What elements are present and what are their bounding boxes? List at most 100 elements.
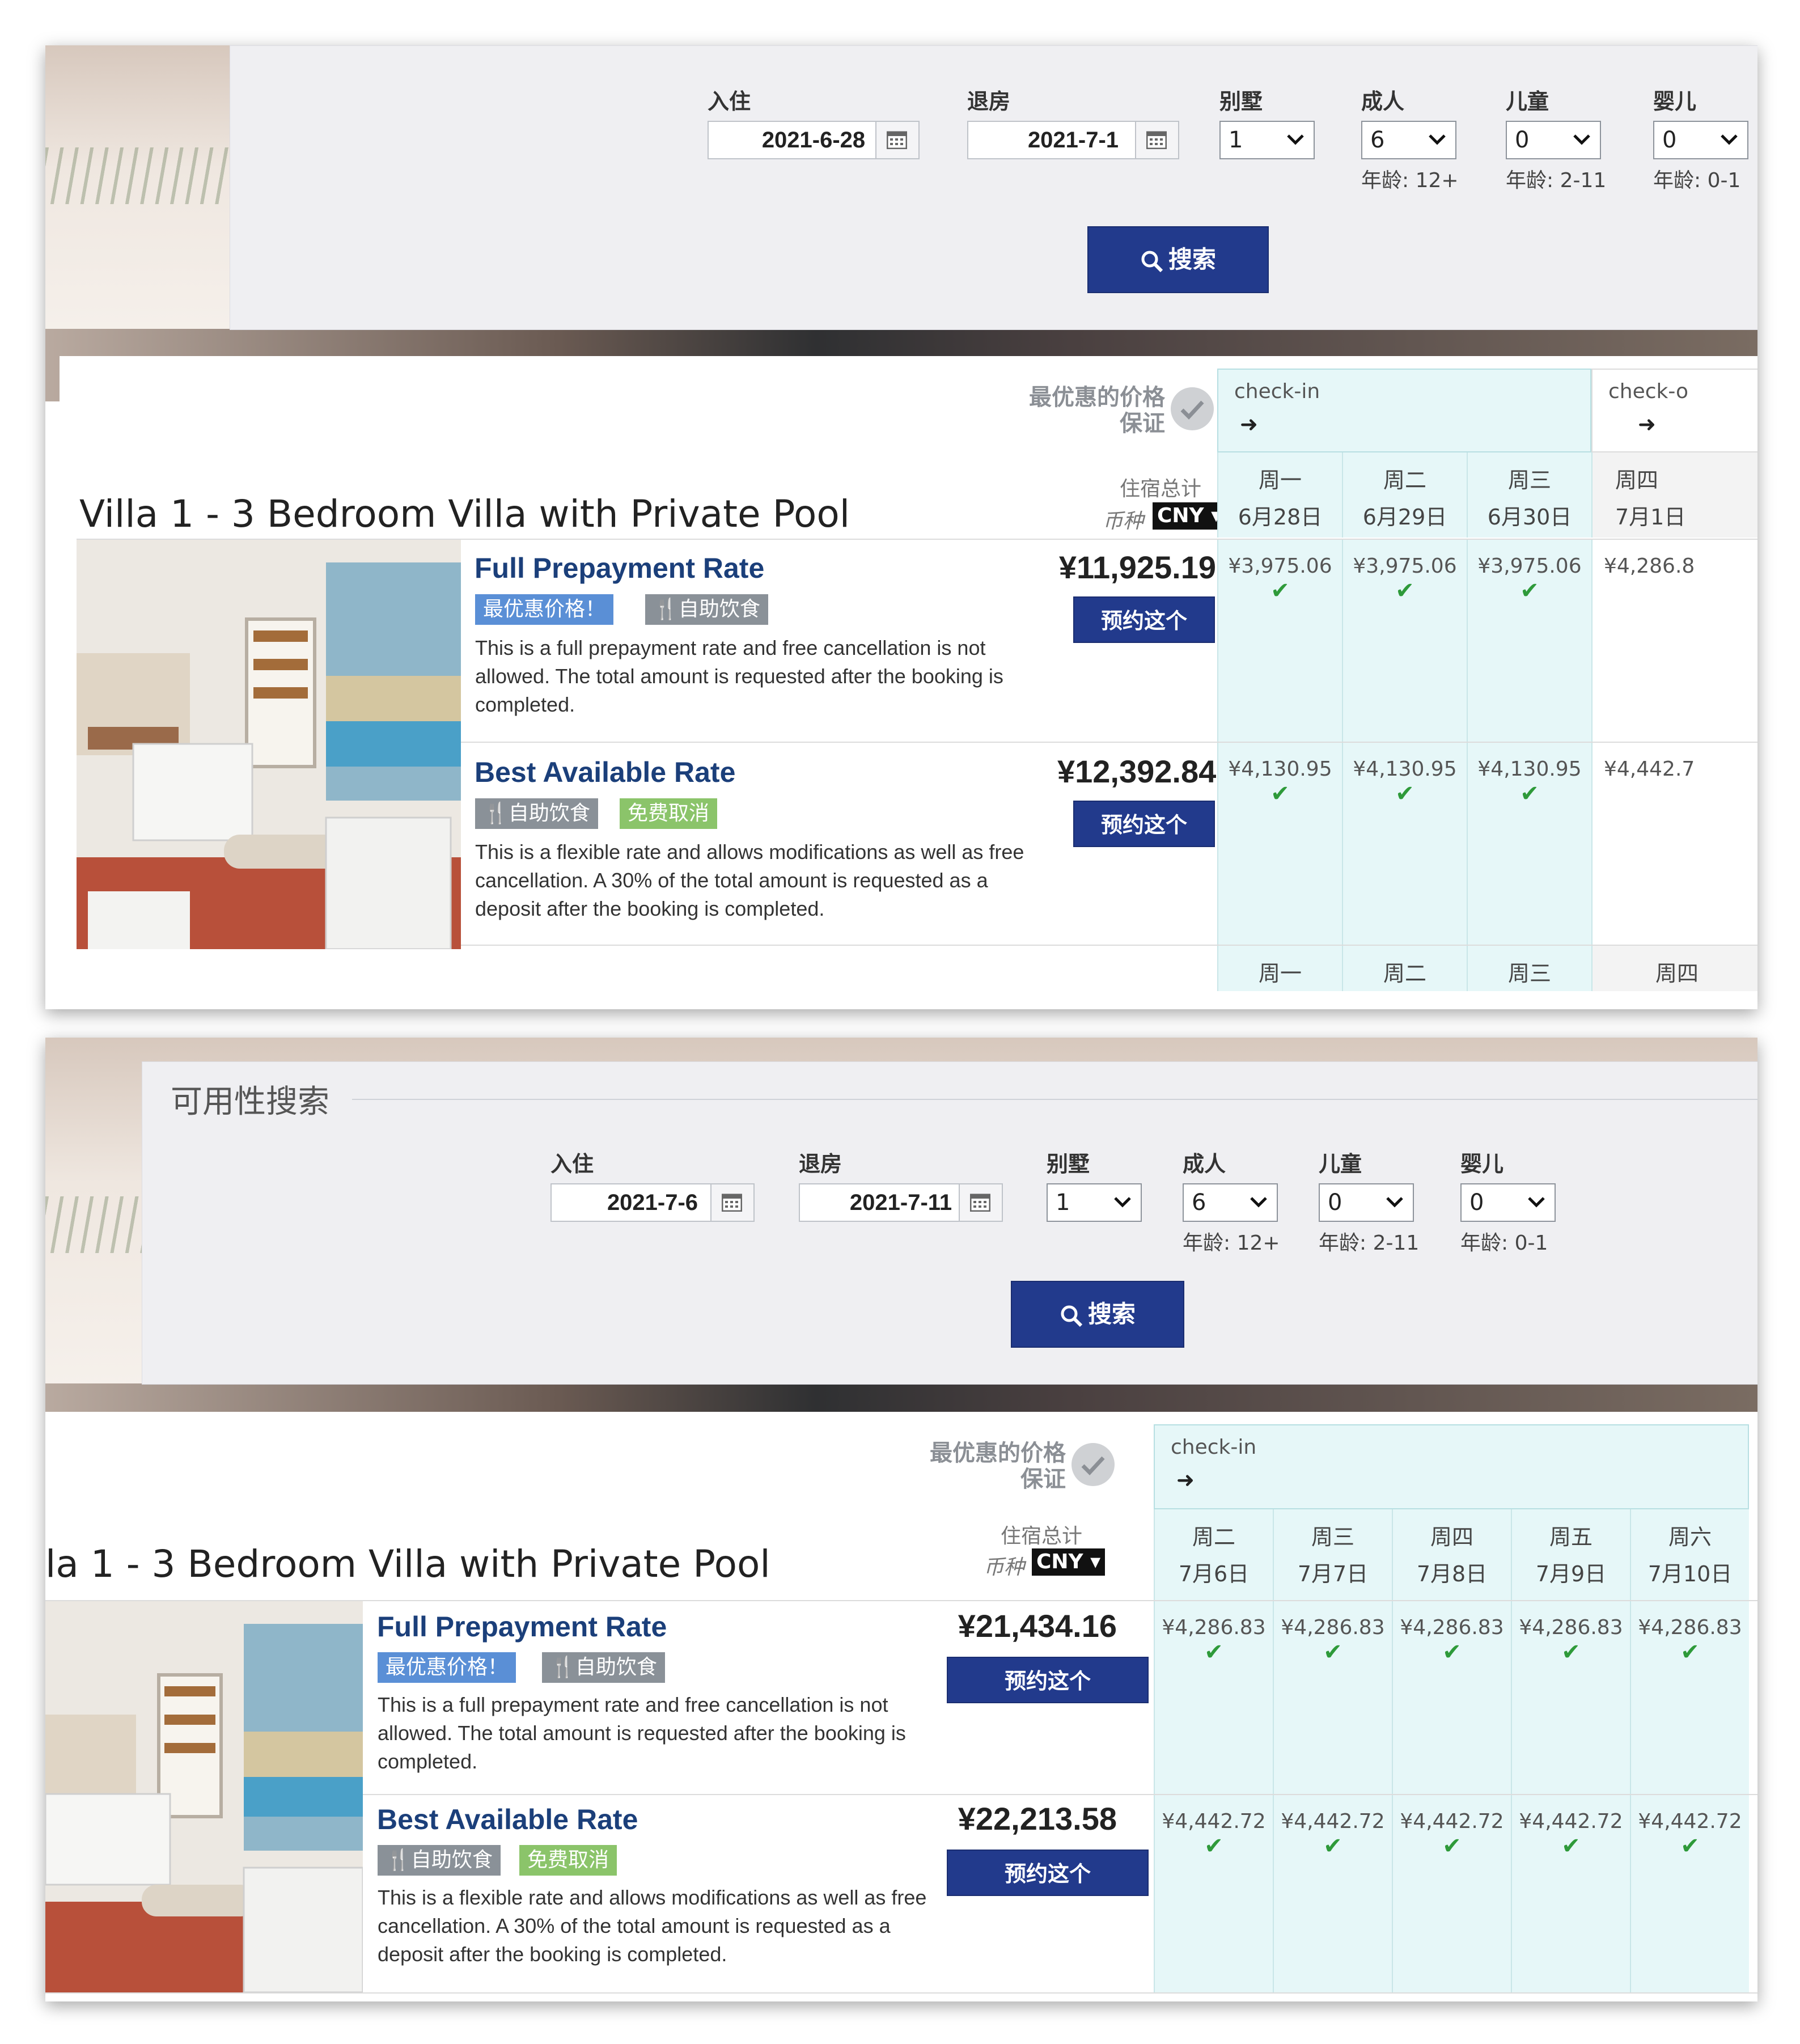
villa-photo[interactable]: [45, 1601, 363, 1992]
rate-title[interactable]: Full Prepayment Rate: [377, 1610, 667, 1643]
check-icon: ✔: [1561, 1639, 1581, 1665]
book-button[interactable]: 预约这个: [947, 1850, 1149, 1896]
calendar-button[interactable]: [710, 1184, 753, 1221]
nightly-price-cell: ¥3,975.06 ✔: [1342, 540, 1467, 742]
nightly-price-cell: ¥4,286.83 ✔: [1154, 1601, 1273, 1794]
currency-select[interactable]: CNY ▾: [1032, 1548, 1106, 1576]
children-label: 儿童: [1506, 89, 1549, 114]
adults-field: 成人 6 年龄: 12+: [1361, 86, 1459, 192]
chevron-down-icon: [1386, 1197, 1403, 1208]
villa-title: Villa 1 - 3 Bedroom Villa with Private P…: [79, 492, 850, 536]
buffet-tag: 🍴自助饮食: [475, 798, 598, 829]
chevron-down-icon: [1250, 1197, 1267, 1208]
rate-description: This is a flexible rate and allows modif…: [475, 840, 1024, 920]
nightly-price-cell: ¥4,442.72 ✔: [1392, 1795, 1511, 1992]
rate-title[interactable]: Full Prepayment Rate: [475, 552, 764, 585]
calendar-button[interactable]: [959, 1184, 1002, 1221]
buffet-tag: 🍴自助饮食: [542, 1652, 665, 1683]
day-header: 周二 6月29日: [1342, 452, 1467, 538]
checkout-text: check-o: [1608, 380, 1689, 403]
screenshot-panel-1: 入住 2021-6-28 退房 2021-7-1 别墅 1 成人 6 年龄: 1…: [45, 45, 1757, 1009]
checkin-text: check-in: [1171, 1436, 1257, 1459]
villa-photo[interactable]: [77, 540, 461, 949]
adults-select[interactable]: 6: [1183, 1183, 1278, 1222]
nightly-price-cell: ¥4,442.7: [1591, 743, 1757, 945]
legend-divider: [352, 1099, 1757, 1100]
total-stay-label: 住宿总计: [1120, 477, 1202, 501]
day-header: 周四 7月8日: [1392, 1509, 1511, 1600]
rate-total-price: ¥12,392.84: [1057, 754, 1217, 789]
nightly-price-cell: ¥4,130.95 ✔: [1467, 743, 1591, 945]
book-button[interactable]: 预约这个: [1073, 596, 1215, 643]
check-icon: ✔: [1680, 1833, 1700, 1859]
checkin-field: 入住 2021-7-6: [550, 1148, 755, 1222]
sign-out-icon: ➜: [1638, 412, 1656, 437]
checkin-date-input[interactable]: 2021-6-28: [708, 121, 920, 159]
calendar-icon: [970, 1194, 990, 1212]
checkin-date-input[interactable]: 2021-7-6: [550, 1183, 755, 1222]
checkout-date-input[interactable]: 2021-7-11: [799, 1183, 1003, 1222]
children-select[interactable]: 0: [1506, 121, 1601, 159]
day-header: 周一 6月28日: [1217, 452, 1342, 538]
screenshot-panel-2: 可用性搜索 入住 2021-7-6 退房 2021-7-11 别墅 1 成人 6…: [45, 1038, 1757, 2001]
search-icon: [1061, 1305, 1083, 1327]
rate-title[interactable]: Best Available Rate: [475, 756, 735, 789]
day-footer: 周三: [1467, 946, 1591, 991]
nightly-price-cell: ¥4,130.95 ✔: [1217, 743, 1342, 945]
adults-select[interactable]: 6: [1361, 121, 1456, 159]
adults-label: 成人: [1183, 1152, 1226, 1177]
villa-select[interactable]: 1: [1219, 121, 1315, 159]
infants-select[interactable]: 0: [1460, 1183, 1556, 1222]
search-legend: 可用性搜索: [171, 1084, 329, 1120]
villa-select[interactable]: 1: [1047, 1183, 1142, 1222]
adults-field: 成人 6 年龄: 12+: [1183, 1148, 1280, 1255]
chevron-down-icon: [1528, 1197, 1545, 1208]
checkout-label: 退房: [799, 1152, 842, 1177]
chevron-down-icon: [1721, 134, 1738, 145]
nightly-price-cell: ¥4,286.83 ✔: [1630, 1601, 1749, 1794]
calendar-button[interactable]: [875, 122, 918, 158]
infants-select[interactable]: 0: [1653, 121, 1748, 159]
check-icon: ✔: [1323, 1833, 1342, 1859]
free-cancel-tag: 免费取消: [519, 1845, 617, 1876]
currency-select[interactable]: CNY ▾: [1153, 502, 1226, 530]
infants-age-hint: 年龄: 0-1: [1653, 169, 1741, 192]
book-button[interactable]: 预约这个: [947, 1657, 1149, 1703]
day-footer: 周四: [1591, 946, 1757, 991]
best-price-tag: 最优惠价格！: [378, 1652, 516, 1683]
check-icon: ✔: [1680, 1639, 1700, 1665]
checkin-text: check-in: [1234, 380, 1320, 403]
calendar-icon: [1146, 131, 1167, 149]
best-price-guarantee: 最优惠的价格 保证: [1029, 384, 1165, 437]
infants-label: 婴儿: [1653, 89, 1697, 114]
infants-age-hint: 年龄: 0-1: [1460, 1232, 1548, 1255]
foliage-decor: [45, 147, 232, 204]
chevron-down-icon: [1114, 1197, 1131, 1208]
rate-description: This is a flexible rate and allows modif…: [378, 1886, 927, 1966]
search-button[interactable]: 搜索: [1087, 226, 1269, 293]
villa-title: la 1 - 3 Bedroom Villa with Private Pool: [45, 1542, 770, 1586]
checkin-header: check-in ➜: [1217, 369, 1591, 452]
cutlery-icon: 🍴: [386, 1848, 411, 1872]
infants-field: 婴儿 0 年龄: 0-1: [1653, 86, 1748, 192]
book-button[interactable]: 预约这个: [1073, 801, 1215, 847]
children-select[interactable]: 0: [1319, 1183, 1414, 1222]
checkin-header: check-in ➜: [1154, 1424, 1749, 1509]
buffet-tag: 🍴自助饮食: [645, 594, 768, 625]
rates-table: 最优惠的价格 保证 la 1 - 3 Bedroom Villa with Pr…: [45, 1412, 1757, 2001]
infants-label: 婴儿: [1460, 1152, 1504, 1177]
checkin-label: 入住: [708, 89, 751, 114]
check-icon: ✔: [1520, 781, 1539, 807]
nightly-price-cell: ¥4,442.72 ✔: [1630, 1795, 1749, 1992]
check-icon: ✔: [1561, 1833, 1581, 1859]
chevron-down-icon: [1287, 134, 1304, 145]
rate-total-price: ¥11,925.19: [1058, 549, 1216, 585]
total-stay-label: 住宿总计: [1001, 1525, 1083, 1548]
checkout-date-input[interactable]: 2021-7-1: [967, 121, 1179, 159]
villa-label: 别墅: [1047, 1152, 1090, 1177]
calendar-button[interactable]: [1135, 122, 1178, 158]
search-button[interactable]: 搜索: [1011, 1281, 1184, 1348]
nightly-price-cell: ¥4,442.72 ✔: [1154, 1795, 1273, 1992]
checkin-field: 入住 2021-6-28: [708, 86, 920, 159]
rate-title[interactable]: Best Available Rate: [377, 1803, 638, 1836]
